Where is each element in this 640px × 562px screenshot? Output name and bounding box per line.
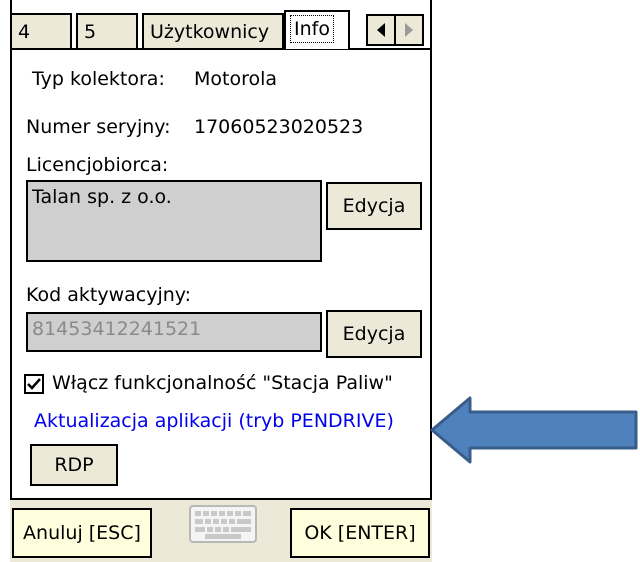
checkmark-icon [27, 378, 41, 390]
cancel-button[interactable]: Anuluj [ESC] [12, 508, 152, 558]
tab-label: 5 [84, 21, 97, 43]
ok-button[interactable]: OK [ENTER] [290, 508, 430, 558]
tab-4[interactable]: 4 [10, 13, 72, 49]
tab-baseline [10, 48, 432, 50]
tab-label: 4 [18, 21, 31, 43]
left-border [10, 0, 12, 498]
serial-number-value: 17060523020523 [194, 116, 364, 138]
licensee-field[interactable]: Talan sp. z o.o. [26, 180, 322, 262]
collector-type-value: Motorola [194, 68, 278, 90]
licensee-edit-button[interactable]: Edycja [326, 182, 422, 230]
tab-label: Użytkownicy [150, 21, 270, 43]
rdp-button[interactable]: RDP [30, 444, 118, 486]
blue-arrow [430, 396, 638, 464]
keyboard-icon[interactable] [188, 502, 258, 546]
tab-scroll-left-button[interactable] [366, 14, 396, 46]
tab-scroll-right-button[interactable] [394, 14, 424, 46]
update-app-link[interactable]: Aktualizacja aplikacji (tryb PENDRIVE) [34, 410, 394, 432]
fuel-station-label: Włącz funkcjonalność "Stacja Paliw" [52, 372, 393, 394]
activation-code-field[interactable]: 81453412241521 [26, 312, 322, 352]
fuel-station-checkbox[interactable] [24, 374, 44, 394]
serial-number-label: Numer seryjny: [26, 116, 171, 138]
scroll-left-icon [377, 23, 385, 37]
activation-code-label: Kod aktywacyjny: [26, 284, 192, 306]
tab-users[interactable]: Użytkownicy [142, 13, 284, 49]
activation-edit-button[interactable]: Edycja [326, 310, 422, 358]
tab-5[interactable]: 5 [76, 13, 138, 49]
tab-info[interactable]: Info [284, 10, 350, 49]
licensee-label: Licencjobiorca: [26, 154, 169, 176]
scroll-right-icon [405, 23, 413, 37]
tab-label: Info [290, 15, 334, 43]
collector-type-label: Typ kolektora: [32, 68, 165, 90]
